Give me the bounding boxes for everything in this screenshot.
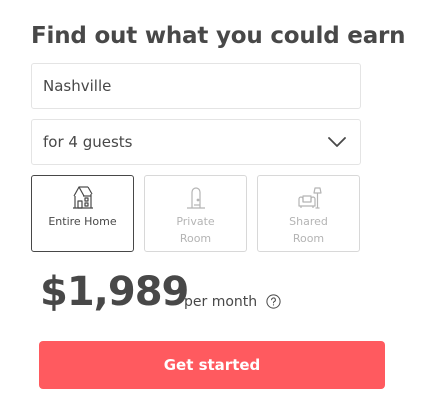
get-started-button[interactable]: Get started [39,341,385,389]
room-type-label: Entire Home [48,215,117,228]
guests-select[interactable]: for 4 guests [31,119,361,165]
lamp-door-icon [187,187,205,209]
location-value: Nashville [43,77,112,95]
room-type-shared-room[interactable]: Shared Room [257,175,360,252]
location-input[interactable]: Nashville [31,63,361,109]
earnings-amount: $1,989 [40,269,189,315]
house-icon [73,186,93,209]
earnings-period: per month [184,294,258,310]
room-type-label-line1: Shared [289,215,328,228]
guests-selected-value: for 4 guests [43,133,133,151]
chevron-down-icon [328,137,346,147]
page-title: Find out what you could earn [31,23,406,49]
sofa-lamp-icon [298,187,322,209]
room-type-label-line1: Private [176,215,215,228]
room-type-label-line2: Room [179,232,212,245]
room-type-entire-home[interactable]: Entire Home [31,175,134,252]
room-type-label-line2: Room [292,232,325,245]
question-circle-icon[interactable] [266,294,281,309]
room-type-private-room[interactable]: Private Room [144,175,247,252]
